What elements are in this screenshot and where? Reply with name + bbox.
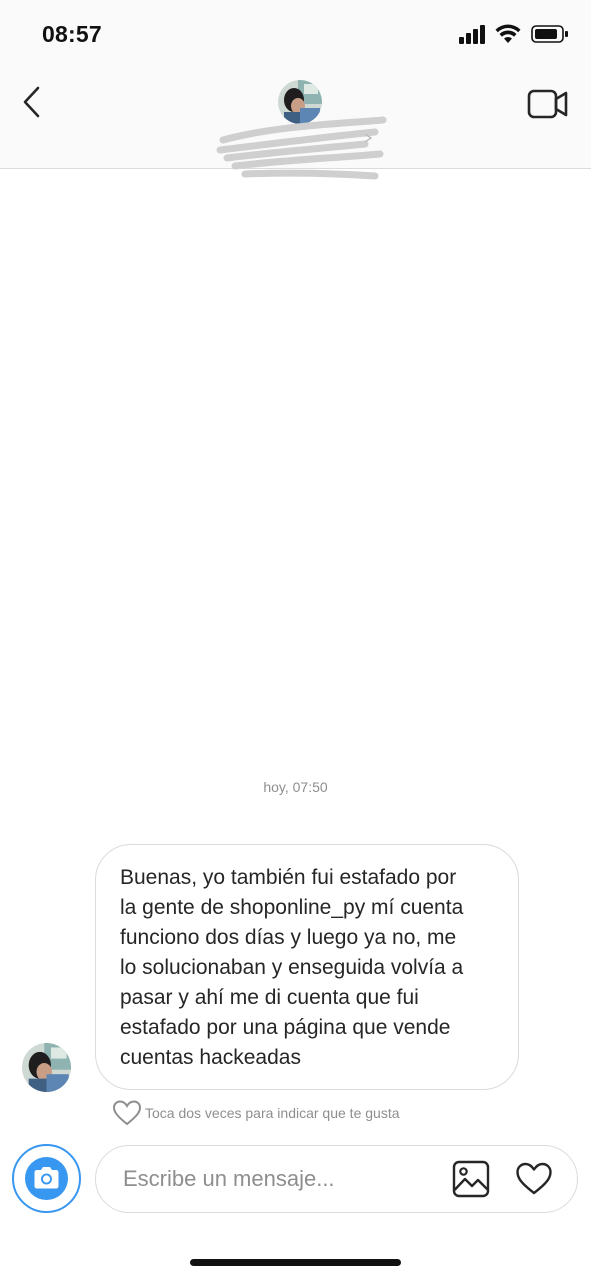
redacted-username-scribble (216, 116, 387, 180)
message-composer (95, 1145, 578, 1213)
home-indicator[interactable] (190, 1259, 401, 1266)
back-chevron-icon[interactable] (14, 84, 50, 120)
heart-icon[interactable] (112, 1099, 142, 1127)
message-line: estafado por una página que vende (120, 1016, 451, 1039)
video-call-icon[interactable] (527, 86, 569, 122)
chat-header (0, 70, 591, 180)
message-bubble[interactable]: Buenas, yo también fui estafado por la g… (95, 844, 519, 1090)
sender-avatar[interactable] (22, 1043, 71, 1092)
message-input[interactable] (123, 1146, 443, 1212)
gallery-icon[interactable] (452, 1160, 490, 1198)
battery-icon (531, 25, 568, 43)
message-line: Buenas, yo también fui estafado por (120, 866, 457, 889)
status-bar: 08:57 (0, 0, 591, 70)
message-line: pasar y ahí me di cuenta que fui (120, 986, 419, 1009)
status-time: 08:57 (42, 21, 102, 47)
message-line: lo solucionaban y enseguida volvía a (120, 956, 464, 979)
signal-icon (459, 25, 485, 44)
camera-button[interactable] (12, 1144, 81, 1213)
message-line: la gente de shoponline_py mí cuenta (120, 896, 464, 919)
message-date-label: hoy, 07:50 (263, 779, 328, 795)
message-line: funciono dos días y luego ya no, me (120, 926, 457, 949)
message-line: cuentas hackeadas (120, 1046, 301, 1069)
camera-icon (34, 1167, 59, 1189)
wifi-icon (495, 24, 521, 43)
heart-icon[interactable] (515, 1161, 553, 1197)
like-hint-text: Toca dos veces para indicar que te gusta (145, 1105, 400, 1121)
